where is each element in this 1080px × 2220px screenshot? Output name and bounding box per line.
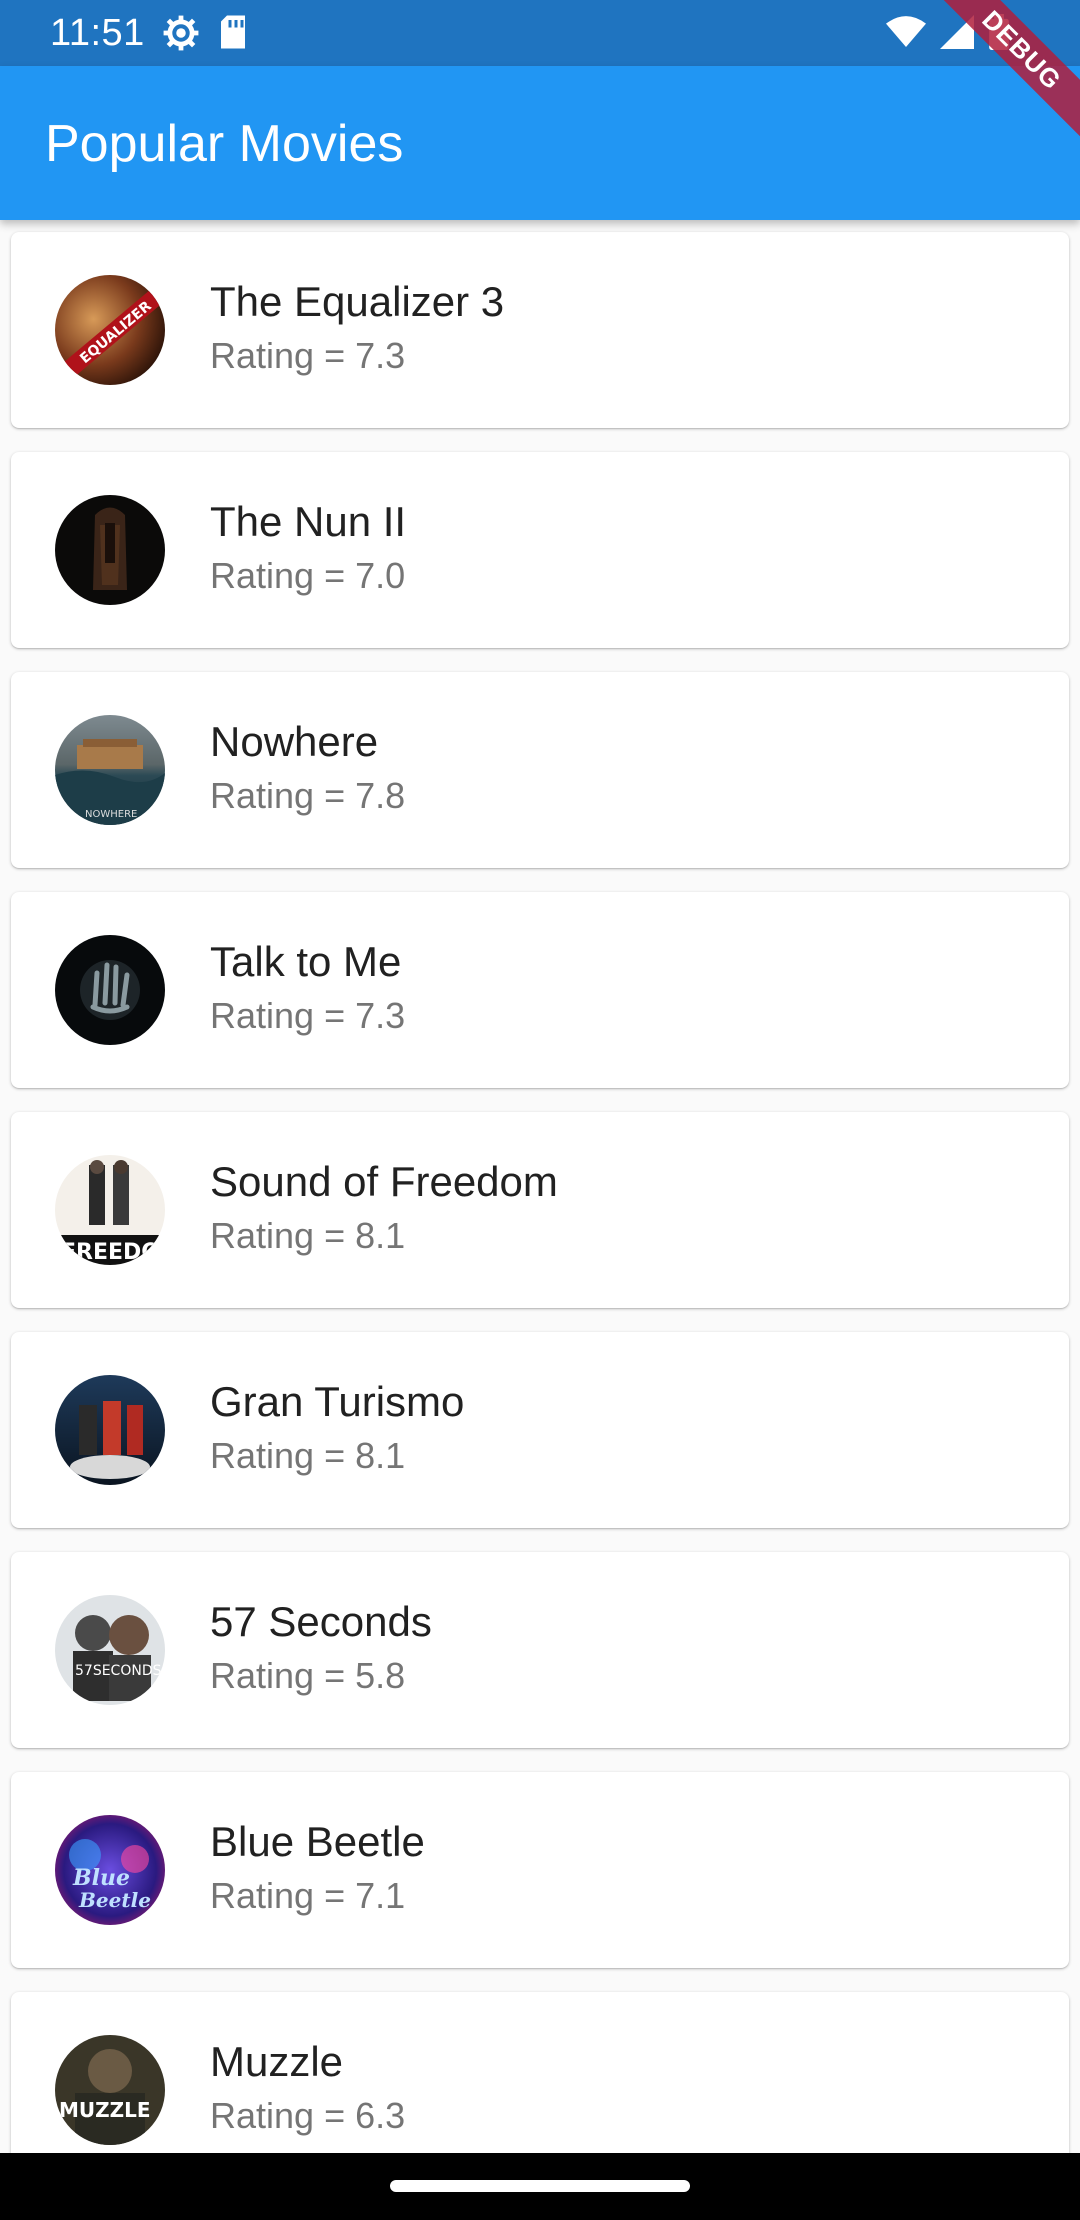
movie-title: 57 Seconds [210, 1598, 432, 1645]
movie-poster-avatar: NOWHERE [55, 715, 165, 825]
wifi-icon [886, 15, 926, 54]
movie-rating: Rating = 7.0 [210, 555, 406, 596]
movie-card[interactable]: Gran Turismo Rating = 8.1 [11, 1332, 1069, 1528]
navigation-bar [0, 2153, 1080, 2220]
svg-text:NOWHERE: NOWHERE [85, 809, 137, 820]
movie-poster-avatar: FREEDOM [55, 1155, 165, 1265]
movie-rating: Rating = 7.3 [210, 335, 406, 376]
movie-card[interactable]: The Nun II Rating = 7.0 [11, 452, 1069, 648]
svg-text:57SECONDS: 57SECONDS [75, 1663, 162, 1679]
movie-title: Nowhere [210, 718, 379, 765]
svg-text:FREEDOM: FREEDOM [61, 1240, 165, 1265]
movie-card[interactable]: Blue Beetle Blue Beetle Rating = 7.1 [11, 1772, 1069, 1968]
movie-poster-avatar: Blue Beetle [55, 1815, 165, 1925]
movie-poster-avatar [55, 1375, 165, 1485]
movie-poster-avatar: MUZZLE [55, 2035, 165, 2145]
movie-title: Sound of Freedom [210, 1158, 558, 1205]
movie-title: The Nun II [210, 498, 407, 545]
movie-card[interactable]: NOWHERE Nowhere Rating = 7.8 [11, 672, 1069, 868]
movie-poster-avatar: 57SECONDS [55, 1595, 165, 1705]
movie-rating: Rating = 7.3 [210, 995, 406, 1036]
battery-icon [988, 14, 1010, 55]
movie-card[interactable]: Talk to Me Rating = 7.3 [11, 892, 1069, 1088]
movie-list[interactable]: EQUALIZER The Equalizer 3 Rating = 7.3 T… [0, 220, 1080, 2153]
movie-card[interactable]: EQUALIZER The Equalizer 3 Rating = 7.3 [11, 232, 1069, 428]
movie-title: Talk to Me [210, 938, 402, 985]
movie-rating: Rating = 8.1 [210, 1215, 406, 1256]
app-bar: Popular Movies [0, 66, 1080, 220]
movie-rating: Rating = 7.8 [210, 775, 406, 816]
svg-text:MUZZLE: MUZZLE [59, 2098, 151, 2122]
page-title: Popular Movies [45, 115, 404, 173]
movie-rating: Rating = 7.1 [210, 1875, 406, 1916]
movie-poster-avatar: EQUALIZER [55, 275, 165, 385]
movie-title: The Equalizer 3 [210, 278, 505, 325]
signal-icon [940, 15, 974, 54]
gear-icon [162, 14, 200, 57]
movie-poster-avatar [55, 935, 165, 1045]
movie-poster-avatar [55, 495, 165, 605]
movie-card[interactable]: MUZZLE Muzzle Rating = 6.3 [11, 1992, 1069, 2153]
movie-title: Muzzle [210, 2038, 344, 2085]
svg-text:Beetle: Beetle [78, 1888, 151, 1912]
movie-title: Gran Turismo [210, 1378, 465, 1425]
movie-card[interactable]: FREEDOM Sound of Freedom Rating = 8.1 [11, 1112, 1069, 1308]
sd-card-icon [218, 14, 248, 57]
movie-rating: Rating = 8.1 [210, 1435, 406, 1476]
status-time: 11:51 [50, 12, 145, 54]
status-bar: 11:51 [0, 0, 1080, 66]
movie-title: Blue Beetle [210, 1818, 425, 1865]
movie-card[interactable]: 57SECONDS 57 Seconds Rating = 5.8 [11, 1552, 1069, 1748]
movie-rating: Rating = 6.3 [210, 2095, 406, 2136]
movie-rating: Rating = 5.8 [210, 1655, 406, 1696]
home-indicator[interactable] [390, 2180, 690, 2192]
